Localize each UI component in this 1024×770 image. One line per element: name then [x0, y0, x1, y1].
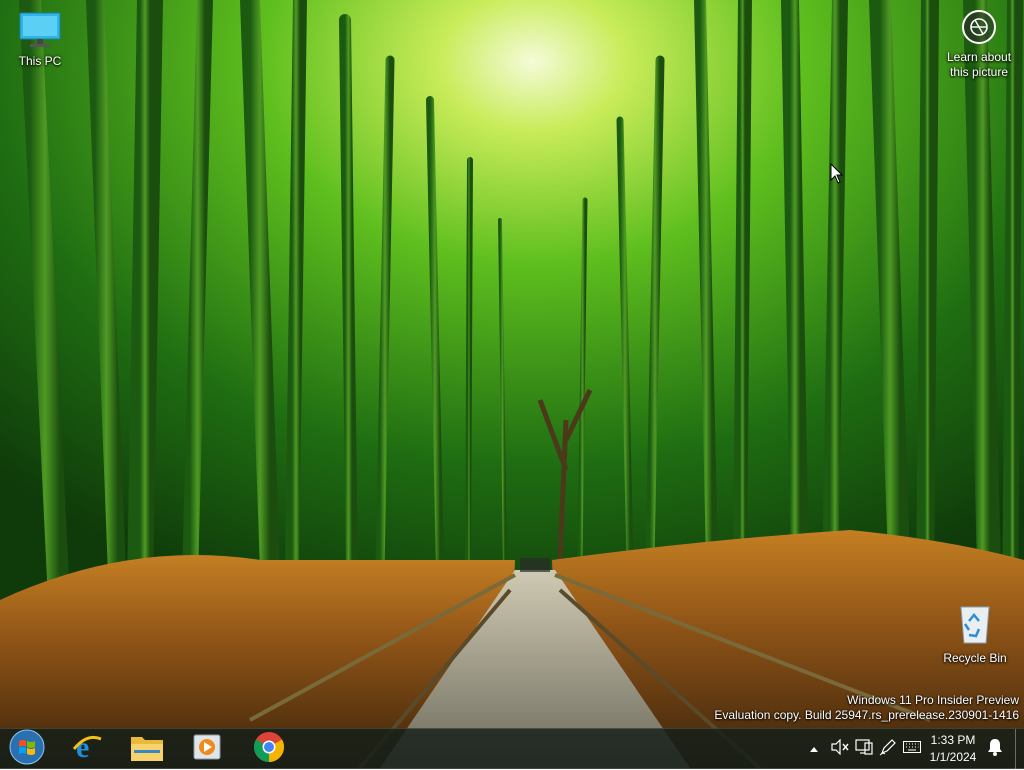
- taskbar-internet-explorer[interactable]: e: [60, 729, 114, 769]
- windows-start-icon: [9, 729, 45, 770]
- learn-about-label: Learn about this picture: [946, 50, 1012, 79]
- internet-explorer-icon: e: [71, 731, 103, 768]
- show-desktop-button[interactable]: [1015, 729, 1024, 769]
- desktop-icon-label: Recycle Bin: [943, 651, 1007, 665]
- notifications-button[interactable]: [985, 738, 1005, 761]
- learn-about-picture-button[interactable]: Learn about this picture: [936, 10, 1022, 80]
- chevron-up-icon: [809, 740, 819, 758]
- notification-bell-icon: [987, 738, 1003, 761]
- recycle-bin-icon: [937, 603, 1013, 649]
- clock-time: 1:33 PM: [930, 733, 976, 747]
- mouse-cursor-icon: [830, 163, 844, 184]
- media-player-icon: [192, 732, 222, 767]
- start-button[interactable]: [0, 729, 54, 769]
- volume-button[interactable]: [830, 738, 850, 760]
- watermark-edition: Windows 11 Pro Insider Preview: [847, 693, 1019, 707]
- pen-icon: [879, 738, 897, 761]
- watermark-build: Evaluation copy. Build 25947.rs_prerelea…: [714, 708, 1019, 722]
- desktop-wallpaper: [0, 0, 1024, 768]
- file-explorer-icon: [130, 732, 164, 767]
- taskbar-chrome[interactable]: [242, 729, 296, 769]
- this-pc-icon: [2, 12, 78, 52]
- clock-date: 1/1/2024: [929, 750, 977, 764]
- desktop-icon-label: This PC: [18, 54, 62, 68]
- touch-keyboard-button[interactable]: [902, 739, 922, 759]
- svg-text:e: e: [76, 731, 89, 763]
- taskbar-file-explorer[interactable]: [120, 729, 174, 769]
- volume-muted-icon: [831, 738, 849, 760]
- camera-lens-icon: [962, 10, 996, 44]
- taskbar: e 1:33 PM 1/1/2024: [0, 728, 1024, 769]
- keyboard-icon: [903, 740, 921, 758]
- desktop-icon-recycle-bin[interactable]: Recycle Bin: [937, 603, 1013, 666]
- show-hidden-icons-button[interactable]: [804, 739, 824, 759]
- pen-workspace-button[interactable]: [878, 738, 898, 761]
- taskbar-media-player[interactable]: [180, 729, 234, 769]
- network-icon: [855, 738, 873, 760]
- network-button[interactable]: [854, 738, 874, 760]
- desktop-icon-this-pc[interactable]: This PC: [2, 12, 78, 69]
- evaluation-watermark: Windows 11 Pro Insider Preview Evaluatio…: [714, 693, 1019, 723]
- taskbar-clock[interactable]: 1:33 PM 1/1/2024: [922, 732, 984, 766]
- chrome-icon: [253, 731, 285, 768]
